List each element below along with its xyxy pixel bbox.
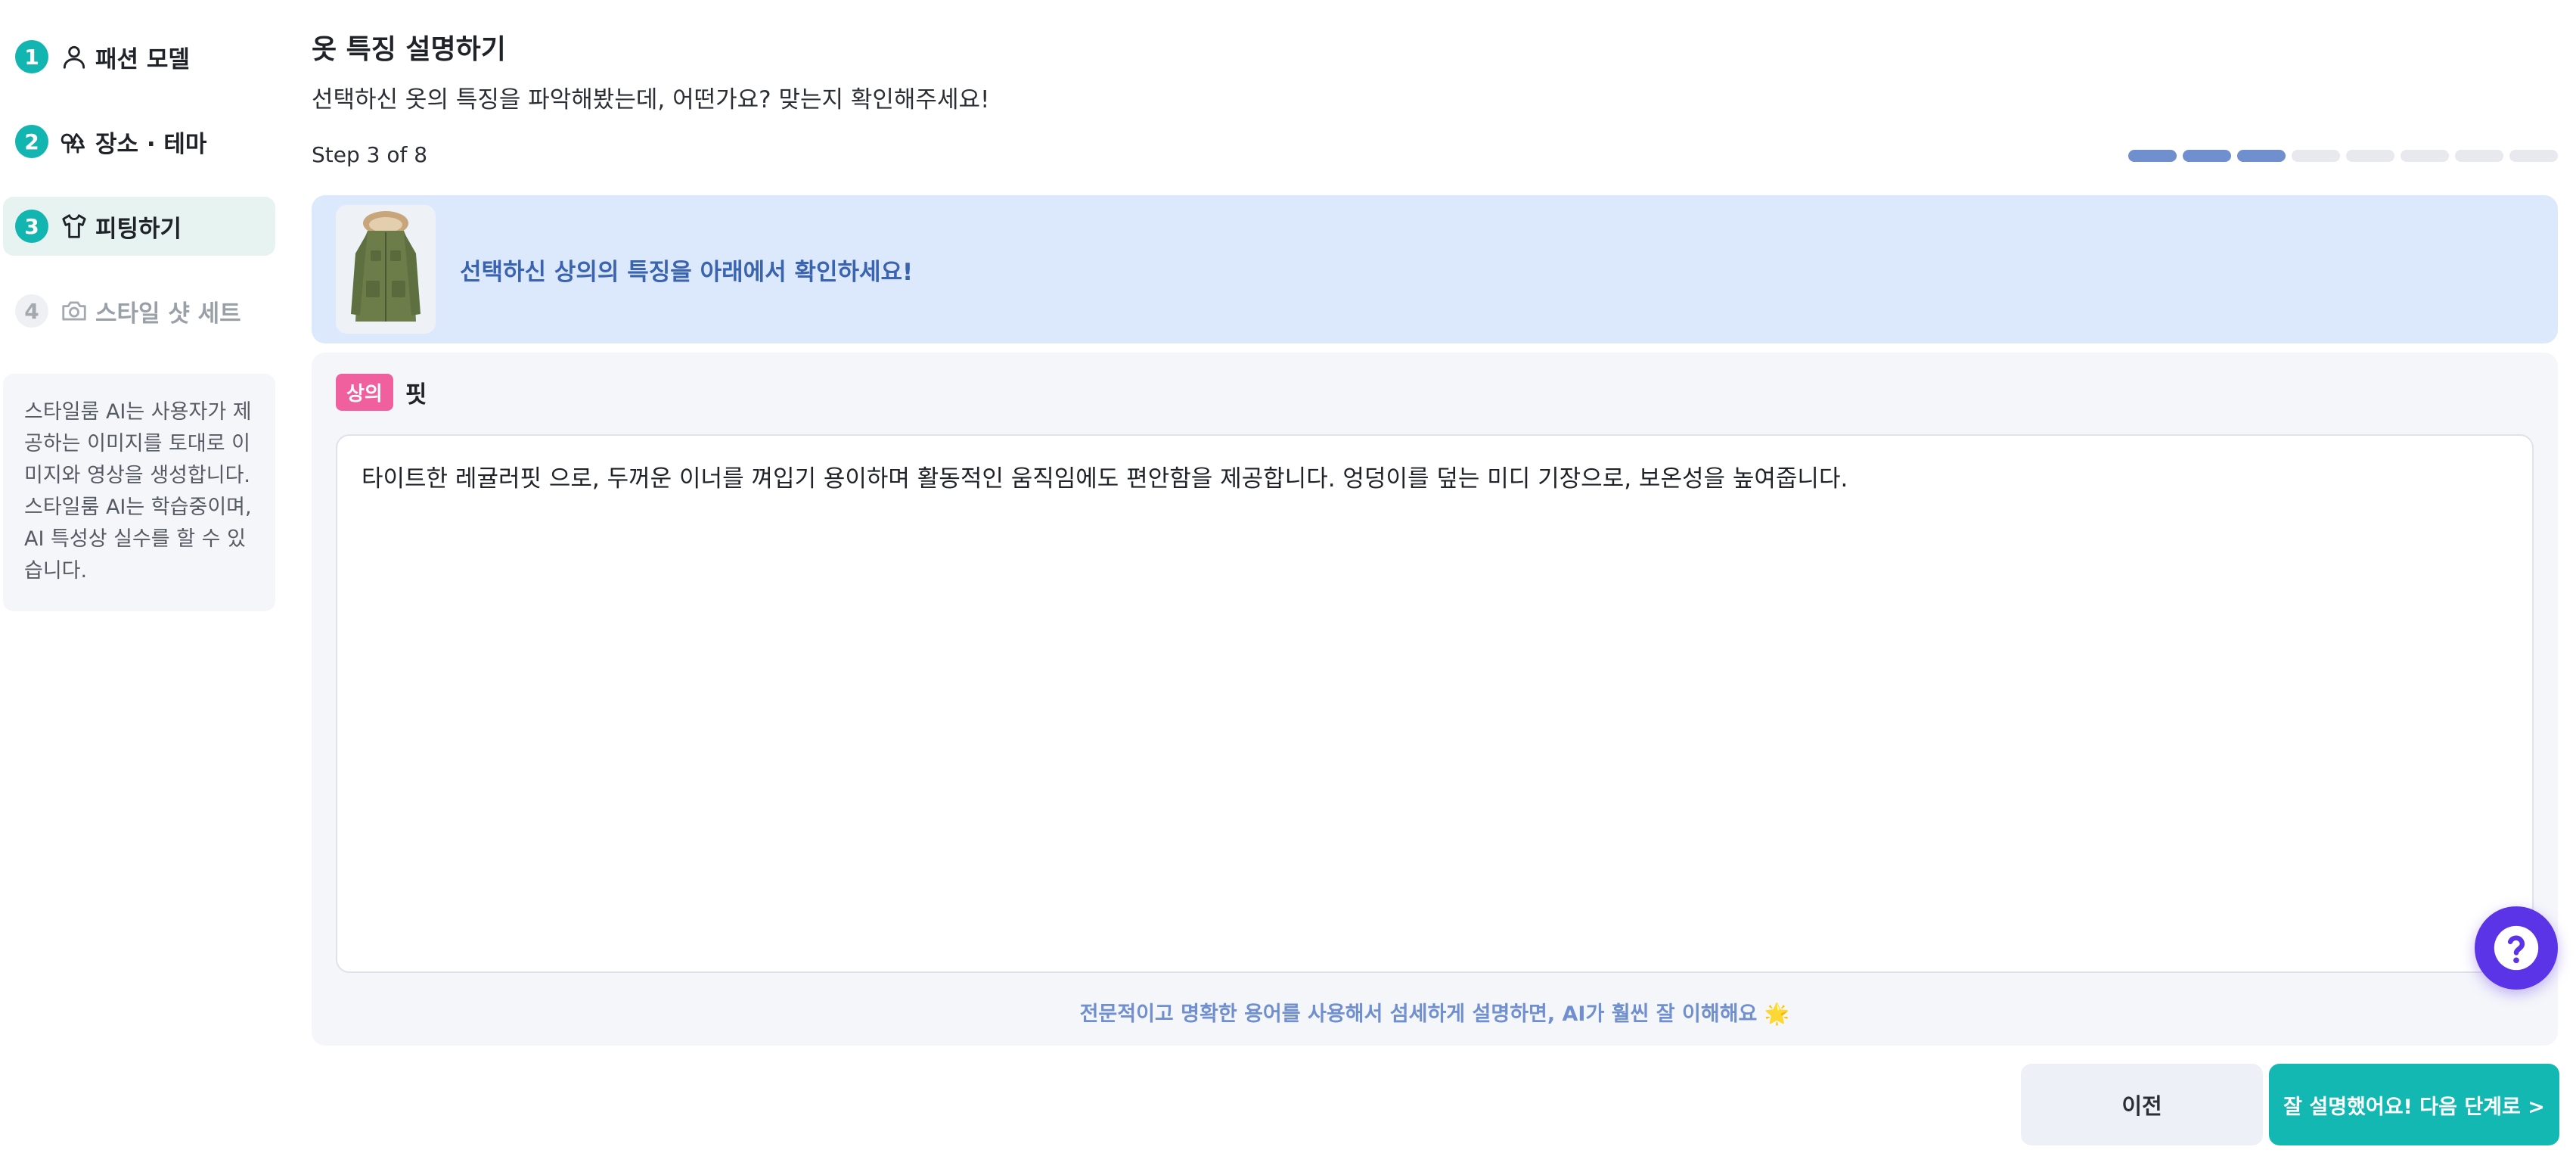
- feature-panel: 상의 핏 타이트한 레귤러핏 으로, 두꺼운 이너를 껴입기 용이하며 활동적인…: [312, 353, 2558, 1046]
- step-label: 패션 모델: [95, 45, 190, 73]
- field-name: 핏: [405, 381, 427, 409]
- parka-jacket-image: [336, 205, 436, 334]
- fit-description-textarea[interactable]: 타이트한 레귤러핏 으로, 두꺼운 이너를 껴입기 용이하며 활동적인 움직임에…: [336, 434, 2534, 973]
- progress-segment: [2455, 150, 2503, 162]
- progress-segment: [2346, 150, 2394, 162]
- step-number: 2: [15, 125, 48, 158]
- banner-text: 선택하신 상의의 특징을 아래에서 확인하세요!: [460, 258, 914, 286]
- person-icon: [59, 42, 89, 72]
- hint-text: 전문적이고 명확한 용어를 사용해서 섬세하게 설명하면, AI가 훨씬 잘 이…: [1079, 1002, 1790, 1026]
- sidebar-step-fitting[interactable]: 3 피팅하기: [3, 197, 275, 256]
- step-number: 1: [15, 40, 48, 73]
- progress-segment: [2292, 150, 2340, 162]
- progress-segment: [2237, 150, 2286, 162]
- shirt-icon: [59, 211, 89, 241]
- previous-button[interactable]: 이전: [2021, 1064, 2263, 1145]
- progress-segment: [2509, 150, 2558, 162]
- page-title: 옷 특징 설명하기: [312, 34, 506, 65]
- trees-icon: [59, 126, 89, 157]
- sidebar-step-fashion-model[interactable]: 1 패션 모델: [3, 27, 275, 86]
- main-content: 옷 특징 설명하기 선택하신 옷의 특징을 파악해봤는데, 어떤가요? 맞는지 …: [312, 0, 2559, 1153]
- question-icon: [2494, 925, 2539, 971]
- app-root: 1 패션 모델 2 장소 · 테마 3 피팅하기 4 스타일 샷 세트 스타일룸…: [0, 0, 2576, 1153]
- ai-notice: 스타일룸 AI는 사용자가 제공하는 이미지를 토대로 이미지와 영상을 생성합…: [3, 374, 275, 611]
- step-counter: Step 3 of 8: [312, 142, 428, 167]
- progress-segment: [2183, 150, 2231, 162]
- category-badge: 상의: [336, 374, 393, 411]
- page-subtitle: 선택하신 옷의 특징을 파악해봤는데, 어떤가요? 맞는지 확인해주세요!: [312, 86, 990, 113]
- step-label: 장소 · 테마: [95, 130, 207, 158]
- camera-icon: [59, 296, 89, 326]
- field-header: 상의 핏: [336, 374, 427, 411]
- info-banner: 선택하신 상의의 특징을 아래에서 확인하세요!: [312, 195, 2558, 343]
- next-step-button[interactable]: 잘 설명했어요! 다음 단계로 >: [2269, 1064, 2559, 1145]
- step-label: 피팅하기: [95, 215, 182, 243]
- step-number: 4: [15, 294, 48, 328]
- progress-indicator: [2128, 150, 2558, 162]
- step-label: 스타일 샷 세트: [95, 300, 241, 328]
- progress-segment: [2128, 150, 2177, 162]
- sidebar-step-place-theme[interactable]: 2 장소 · 테마: [3, 112, 275, 171]
- progress-segment: [2401, 150, 2449, 162]
- sidebar: 1 패션 모델 2 장소 · 테마 3 피팅하기 4 스타일 샷 세트 스타일룸…: [0, 0, 280, 1153]
- sidebar-step-style-shot-set[interactable]: 4 스타일 샷 세트: [3, 281, 275, 340]
- help-button[interactable]: [2475, 906, 2558, 990]
- step-number: 3: [15, 210, 48, 243]
